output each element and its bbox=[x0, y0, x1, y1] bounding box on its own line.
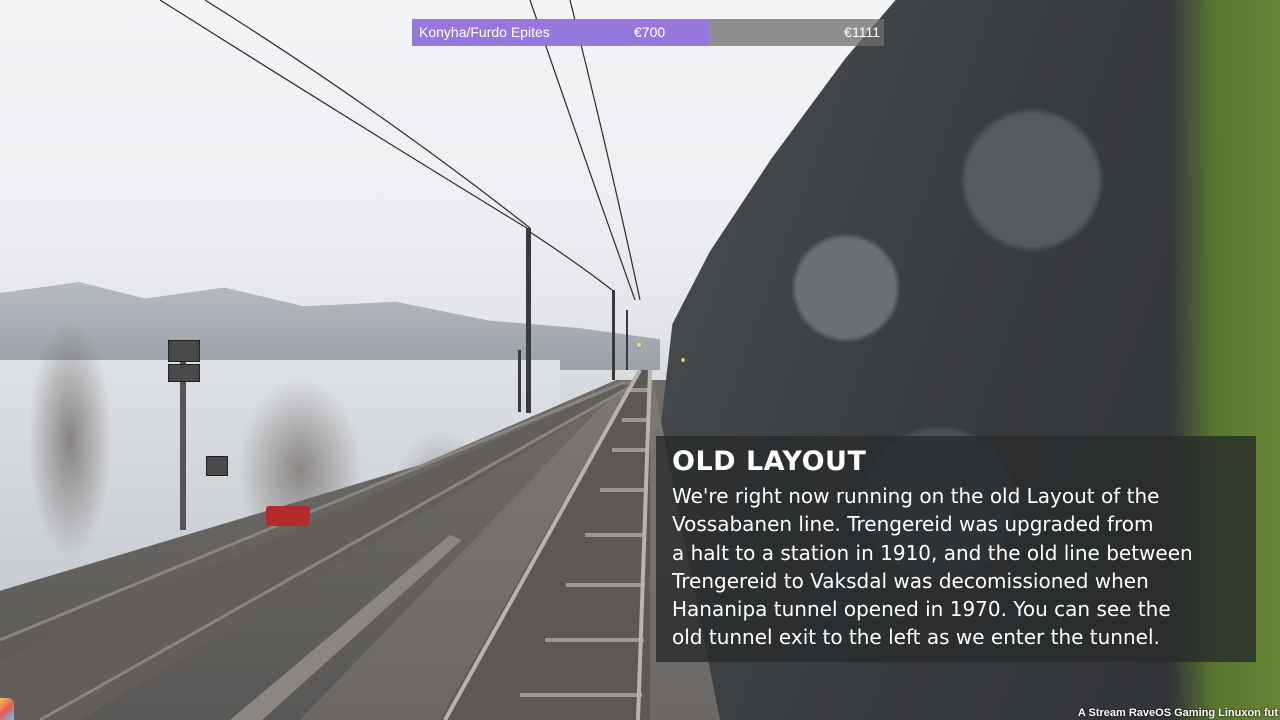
goal-target-amount: €1111 bbox=[844, 24, 880, 40]
info-line: old tunnel exit to the left as we enter … bbox=[672, 625, 1160, 650]
app-logo-icon bbox=[0, 698, 14, 720]
info-line: Vossabanen line. Trengereid was upgraded… bbox=[672, 512, 1154, 537]
goal-current-amount: €700 bbox=[634, 24, 666, 40]
donation-goal-bar: Konyha/Furdo Epites €700 €1111 bbox=[412, 19, 884, 46]
info-line: Hananipa tunnel opened in 1970. You can … bbox=[672, 597, 1171, 622]
goal-label: Konyha/Furdo Epites bbox=[419, 24, 550, 40]
info-title: OLD LAYOUT bbox=[672, 446, 867, 477]
info-panel: OLD LAYOUT We're right now running on th… bbox=[656, 436, 1256, 662]
trackside-sign bbox=[206, 456, 228, 476]
red-track-box bbox=[266, 506, 310, 526]
km-sign-lower bbox=[168, 364, 200, 382]
km-sign bbox=[168, 340, 200, 362]
info-line: a halt to a station in 1910, and the old… bbox=[672, 540, 1193, 565]
info-line: Trengereid to Vaksdal was decomissioned … bbox=[672, 568, 1149, 593]
info-body: We're right now running on the old Layou… bbox=[672, 482, 1252, 652]
info-line: We're right now running on the old Layou… bbox=[672, 484, 1160, 508]
footer-credit: A Stream RaveOS Gaming Linuxon fut bbox=[1077, 707, 1278, 719]
